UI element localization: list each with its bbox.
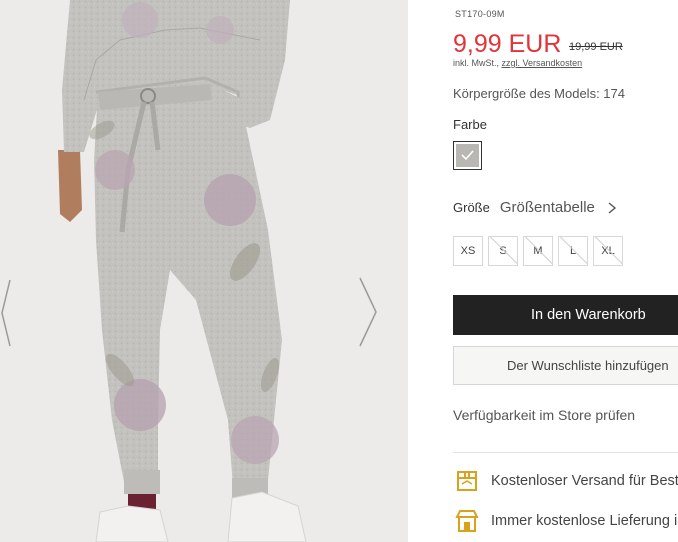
size-option-m[interactable]: M bbox=[523, 236, 553, 266]
benefit-store-delivery: Immer kostenlose Lieferung in den Store bbox=[453, 507, 678, 535]
check-icon bbox=[461, 150, 474, 161]
add-to-cart-button[interactable]: In den Warenkorb bbox=[453, 295, 678, 335]
benefit-free-shipping-text: Kostenloser Versand für Bestellungen bbox=[491, 473, 678, 489]
shipping-costs-link[interactable]: zzgl. Versandkosten bbox=[502, 58, 583, 68]
store-icon bbox=[455, 510, 479, 532]
store-availability-link[interactable]: Verfügbarkeit im Store prüfen bbox=[453, 407, 635, 423]
gallery-next-arrow-icon[interactable] bbox=[356, 276, 380, 348]
product-photo bbox=[0, 0, 408, 542]
model-height: Körpergröße des Models: 174 bbox=[453, 86, 625, 101]
color-swatch-selected[interactable] bbox=[453, 141, 482, 170]
size-option-s[interactable]: S bbox=[488, 236, 518, 266]
original-price: 19,99 EUR bbox=[569, 41, 623, 53]
current-price: 9,99 EUR bbox=[453, 30, 562, 58]
tax-note-text: inkl. MwSt., bbox=[453, 58, 500, 68]
delivery-box-icon bbox=[457, 471, 477, 491]
size-chart-link[interactable]: Größentabelle bbox=[500, 199, 595, 216]
tax-note: inkl. MwSt., zzgl. Versandkosten bbox=[453, 58, 582, 68]
benefit-store-delivery-text: Immer kostenlose Lieferung in den Store bbox=[491, 513, 678, 529]
size-label: Größe bbox=[453, 200, 490, 215]
color-label: Farbe bbox=[453, 117, 487, 132]
gallery-prev-arrow-icon[interactable] bbox=[0, 278, 14, 348]
size-options: XS S M L XL bbox=[453, 236, 623, 266]
size-row: Größe Größentabelle bbox=[453, 199, 619, 216]
divider bbox=[453, 452, 678, 453]
product-info-panel: ST170-09M 9,99 EUR 19,99 EUR inkl. MwSt.… bbox=[453, 0, 678, 542]
size-option-l[interactable]: L bbox=[558, 236, 588, 266]
size-option-xl[interactable]: XL bbox=[593, 236, 623, 266]
product-sku: ST170-09M bbox=[455, 9, 505, 19]
chevron-right-icon[interactable] bbox=[605, 201, 619, 215]
size-option-xs[interactable]: XS bbox=[453, 236, 483, 266]
product-image-gallery[interactable] bbox=[0, 0, 408, 542]
add-to-wishlist-button[interactable]: Der Wunschliste hinzufügen bbox=[453, 346, 678, 385]
benefit-free-shipping: Kostenloser Versand für Bestellungen bbox=[453, 467, 678, 495]
